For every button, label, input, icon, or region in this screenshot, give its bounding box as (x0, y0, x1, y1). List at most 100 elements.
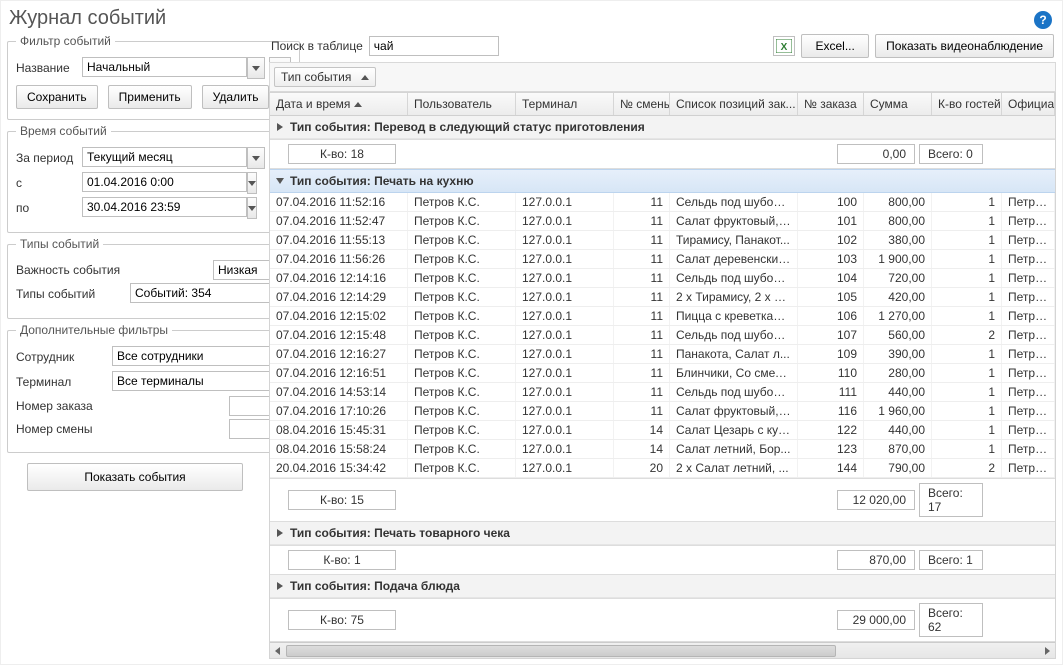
col-sum[interactable]: Сумма (864, 93, 932, 115)
importance-label: Важность события (16, 263, 126, 277)
table-search-input[interactable] (369, 36, 499, 56)
cell-order: 106 (798, 307, 864, 325)
cell-datetime: 07.04.2016 14:53:14 (270, 383, 408, 401)
cell-order: 104 (798, 269, 864, 287)
cell-waiter: Петров К.С. (1002, 193, 1055, 211)
scroll-left-arrow[interactable] (270, 643, 286, 659)
period-combo-dropdown[interactable] (247, 147, 265, 169)
name-combo-dropdown[interactable] (247, 57, 265, 79)
col-order[interactable]: № заказа (798, 93, 864, 115)
employee-combo[interactable] (112, 346, 277, 366)
table-row[interactable]: 07.04.2016 12:16:51Петров К.С.127.0.0.11… (270, 364, 1055, 383)
cell-shift: 11 (614, 326, 670, 344)
table-row[interactable]: 08.04.2016 15:45:31Петров К.С.127.0.0.11… (270, 421, 1055, 440)
cell-waiter: Петров К.С. (1002, 326, 1055, 344)
cell-guests: 1 (932, 288, 1002, 306)
col-user[interactable]: Пользователь (408, 93, 516, 115)
table-row[interactable]: 20.04.2016 15:34:42Петров К.С.127.0.0.12… (270, 459, 1055, 478)
summary-count: К-во: 1 (288, 550, 396, 570)
table-row[interactable]: 07.04.2016 12:15:02Петров К.С.127.0.0.11… (270, 307, 1055, 326)
cell-guests: 1 (932, 383, 1002, 401)
cell-waiter: Петров К.С. (1002, 459, 1055, 477)
video-button[interactable]: Показать видеонаблюдение (875, 34, 1054, 58)
cell-order: 103 (798, 250, 864, 268)
cell-sum: 1 960,00 (864, 402, 932, 420)
group-header[interactable]: Тип события: Печать на кухню (270, 169, 1055, 193)
scroll-right-arrow[interactable] (1039, 643, 1055, 659)
to-date-dropdown[interactable] (247, 197, 257, 219)
help-icon[interactable]: ? (1034, 11, 1052, 29)
group-chip-event-type[interactable]: Тип события (274, 67, 376, 87)
cell-items: Блинчики, Со смета... (670, 364, 798, 382)
table-row[interactable]: 07.04.2016 11:56:26Петров К.С.127.0.0.11… (270, 250, 1055, 269)
cell-waiter: Петров К.С. (1002, 307, 1055, 325)
name-combo[interactable] (82, 57, 247, 77)
cell-datetime: 20.04.2016 15:34:42 (270, 459, 408, 477)
table-row[interactable]: 07.04.2016 12:14:16Петров К.С.127.0.0.11… (270, 269, 1055, 288)
grid-header[interactable]: Дата и время Пользователь Терминал № сме… (270, 93, 1055, 116)
col-shift[interactable]: № смены (614, 93, 670, 115)
col-waiter[interactable]: Официант (1002, 93, 1055, 115)
group-header[interactable]: Тип события: Подача блюда (270, 575, 1055, 598)
period-label: За период (16, 151, 78, 165)
cell-terminal: 127.0.0.1 (516, 364, 614, 382)
excel-button[interactable]: Excel... (801, 34, 869, 58)
table-row[interactable]: 07.04.2016 14:53:14Петров К.С.127.0.0.11… (270, 383, 1055, 402)
delete-button[interactable]: Удалить (202, 85, 270, 109)
group-title: Тип события: Подача блюда (290, 579, 460, 593)
col-datetime[interactable]: Дата и время (270, 93, 408, 115)
table-search-label: Поиск в таблице (271, 39, 363, 53)
cell-sum: 1 270,00 (864, 307, 932, 325)
col-terminal[interactable]: Терминал (516, 93, 614, 115)
extra-legend: Дополнительные фильтры (16, 323, 172, 337)
cell-sum: 790,00 (864, 459, 932, 477)
from-date-dropdown[interactable] (247, 172, 257, 194)
cell-shift: 11 (614, 345, 670, 363)
period-combo[interactable] (82, 147, 247, 167)
table-row[interactable]: 07.04.2016 17:10:26Петров К.С.127.0.0.11… (270, 402, 1055, 421)
table-row[interactable]: 07.04.2016 12:14:29Петров К.С.127.0.0.11… (270, 288, 1055, 307)
group-summary-row: К-во: 1512 020,00Всего: 17 (270, 478, 1055, 522)
to-date[interactable] (82, 197, 247, 217)
cell-sum: 560,00 (864, 326, 932, 344)
save-button[interactable]: Сохранить (16, 85, 98, 109)
cell-order: 101 (798, 212, 864, 230)
table-row[interactable]: 07.04.2016 12:16:27Петров К.С.127.0.0.11… (270, 345, 1055, 364)
cell-order: 122 (798, 421, 864, 439)
cell-shift: 14 (614, 440, 670, 458)
table-row[interactable]: 08.04.2016 15:58:24Петров К.С.127.0.0.11… (270, 440, 1055, 459)
cell-terminal: 127.0.0.1 (516, 193, 614, 211)
grid-body[interactable]: Тип события: Перевод в следующий статус … (270, 116, 1055, 642)
cell-terminal: 127.0.0.1 (516, 402, 614, 420)
cell-sum: 420,00 (864, 288, 932, 306)
cell-user: Петров К.С. (408, 326, 516, 344)
events-grid: Дата и время Пользователь Терминал № сме… (269, 92, 1056, 659)
cell-datetime: 07.04.2016 12:14:16 (270, 269, 408, 287)
table-row[interactable]: 07.04.2016 12:15:48Петров К.С.127.0.0.11… (270, 326, 1055, 345)
table-row[interactable]: 07.04.2016 11:52:47Петров К.С.127.0.0.11… (270, 212, 1055, 231)
horizontal-scrollbar[interactable] (270, 642, 1055, 658)
table-row[interactable]: 07.04.2016 11:55:13Петров К.С.127.0.0.11… (270, 231, 1055, 250)
grouping-bar[interactable]: Тип события (269, 62, 1056, 92)
cell-user: Петров К.С. (408, 345, 516, 363)
group-chip-label: Тип события (281, 70, 351, 84)
cell-user: Петров К.С. (408, 193, 516, 211)
summary-sum: 870,00 (837, 550, 915, 570)
cell-user: Петров К.С. (408, 250, 516, 268)
cell-datetime: 07.04.2016 12:15:02 (270, 307, 408, 325)
cell-sum: 720,00 (864, 269, 932, 287)
apply-button[interactable]: Применить (108, 85, 192, 109)
group-title: Тип события: Печать на кухню (290, 174, 474, 188)
from-date[interactable] (82, 172, 247, 192)
cell-waiter: Петров К.С. (1002, 364, 1055, 382)
employee-label: Сотрудник (16, 350, 108, 364)
cell-terminal: 127.0.0.1 (516, 288, 614, 306)
group-header[interactable]: Тип события: Перевод в следующий статус … (270, 116, 1055, 139)
scroll-thumb[interactable] (286, 645, 836, 657)
show-events-button[interactable]: Показать события (27, 463, 243, 491)
group-header[interactable]: Тип события: Печать товарного чека (270, 522, 1055, 545)
cell-waiter: Петров К.С. (1002, 421, 1055, 439)
col-items[interactable]: Список позиций зак... (670, 93, 798, 115)
table-row[interactable]: 07.04.2016 11:52:16Петров К.С.127.0.0.11… (270, 193, 1055, 212)
col-guests[interactable]: К-во гостей (932, 93, 1002, 115)
